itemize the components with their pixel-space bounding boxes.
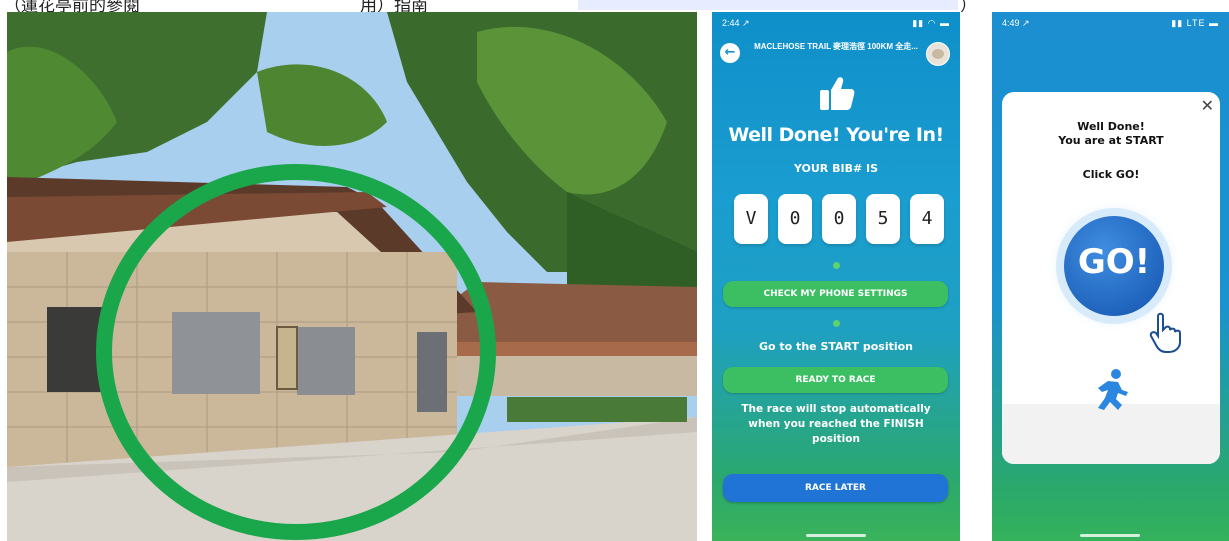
phone-screen-bib: 2:44 ↗ ▮▮ ◠ ▬ ← MACLEHOSE TRAIL 麥理浩徑 100… [712,12,960,541]
click-go-text: Click GO! [1082,168,1140,181]
status-time: 4:49 ↗ [1002,18,1030,28]
bib-digit: 5 [866,194,900,244]
bib-number: V 0 0 5 4 [734,194,944,246]
app-header: ← MACLEHOSE TRAIL 麥理浩徑 100KM 全走... [712,34,960,74]
caption-middle: 用）指南 [360,0,428,12]
step-dot [833,320,840,327]
modal-footer-area [1002,404,1220,464]
step-dot [833,262,840,269]
caption-strip: （蓮花亭前的參閱 用）指南 ） [0,0,1229,12]
bib-digit: 4 [910,194,944,244]
go-label: GO! [1077,242,1151,282]
home-indicator[interactable] [1080,534,1140,537]
modal-title-line2: You are at START [1058,134,1164,147]
check-phone-settings-button[interactable]: CHECK MY PHONE SETTINGS [723,281,948,307]
caption-link[interactable] [578,0,958,10]
modal-title-line1: Well Done! [1077,120,1145,133]
bib-digit: 0 [778,194,812,244]
ready-to-race-button[interactable]: READY TO RACE [723,367,948,393]
auto-stop-text: The race will stop automatically when yo… [741,403,931,445]
headline: Well Done! You're In! [728,124,944,146]
race-later-button[interactable]: RACE LATER [723,474,948,502]
thumbs-up-icon [820,77,855,110]
phone-screen-start: 4:49 ↗ ▮▮ LTE ▬ ✕ Well Done! You are at … [992,12,1229,541]
home-indicator[interactable] [806,534,866,537]
photo-illustration [7,12,697,541]
status-bar: 2:44 ↗ ▮▮ ◠ ▬ [722,18,950,30]
back-arrow-icon[interactable]: ← [720,43,740,63]
start-modal: ✕ Well Done! You are at START Click GO! [1002,92,1220,464]
runner-icon [1098,369,1128,410]
modal-title: Well Done! You are at START [1002,120,1220,148]
bib-digit: V [734,194,768,244]
status-icons: ▮▮ LTE ▬ [1171,18,1219,28]
go-to-start-text: Go to the START position [759,340,913,353]
status-bar: 4:49 ↗ ▮▮ LTE ▬ [1002,18,1219,30]
bib-digit: 0 [822,194,856,244]
status-icons: ▮▮ ◠ ▬ [912,18,950,28]
header-title: MACLEHOSE TRAIL 麥理浩徑 100KM 全走... [754,42,918,51]
bib-label: YOUR BIB# IS [793,162,879,175]
avatar[interactable] [926,42,950,66]
close-icon[interactable]: ✕ [1201,96,1214,115]
status-time: 2:44 ↗ [722,18,750,28]
pointing-hand-icon [1149,312,1181,353]
caption-text: （蓮花亭前的參閱 [4,0,140,12]
caption-end: ） [960,0,977,12]
location-photo [7,12,697,541]
